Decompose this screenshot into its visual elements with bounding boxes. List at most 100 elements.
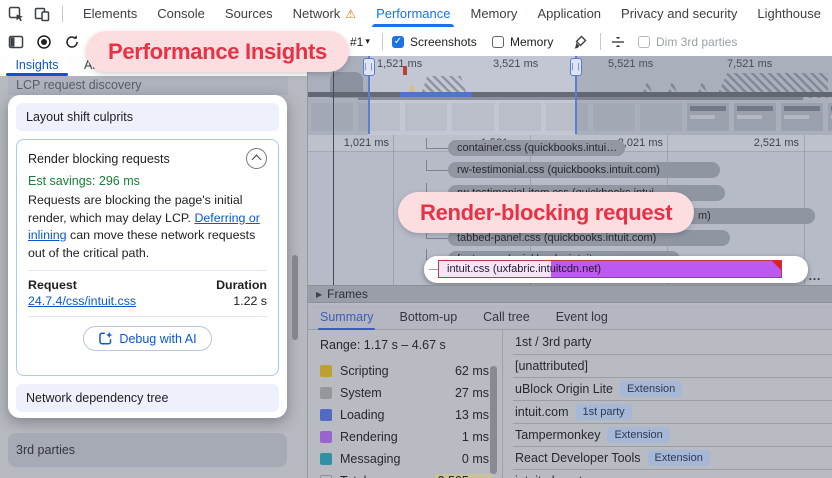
devtools-tab[interactable]: Application bbox=[527, 0, 611, 27]
frames-track-header[interactable]: ▶ Frames bbox=[308, 285, 832, 303]
party-name: uBlock Origin Lite bbox=[515, 382, 613, 396]
sidebar-item-3rd-parties[interactable]: 3rd parties bbox=[8, 433, 287, 467]
more-rows-indicator[interactable]: … bbox=[808, 268, 822, 283]
collapse-tracks-icon[interactable] bbox=[610, 27, 626, 56]
legend-value: 62 ms bbox=[454, 364, 489, 378]
legend-row: System 27 ms bbox=[320, 382, 492, 404]
network-request-label: tabbed-panel.css (quickbooks.intuit.com) bbox=[452, 231, 662, 245]
devtools-tab[interactable]: Network ⚠ bbox=[283, 0, 366, 27]
sidebar-item-layout-shift-culprits[interactable]: Layout shift culprits bbox=[16, 103, 279, 131]
devtools-tab-label: Performance bbox=[376, 6, 451, 21]
party-name: intuitcdn.net bbox=[515, 474, 582, 478]
devtools-tab[interactable]: Privacy and security bbox=[611, 0, 747, 27]
render-blocking-spotlight: intuit.css (uxfabric.intuitcdn.net) bbox=[424, 256, 808, 283]
request-duration-value: 1.22 s bbox=[233, 294, 267, 308]
dim-3rd-parties-checkbox[interactable]: Dim 3rd parties bbox=[638, 27, 737, 56]
device-toolbar-icon[interactable] bbox=[34, 6, 50, 22]
sidebar-item-network-dependency-tree[interactable]: Network dependency tree bbox=[16, 384, 279, 412]
legend-row: Messaging 0 ms bbox=[320, 448, 492, 470]
network-request-label: rw-testimonial.css (quickbooks.intuit.co… bbox=[452, 163, 665, 177]
devtools-tab[interactable]: Elements bbox=[73, 0, 147, 27]
toolbar-divider bbox=[382, 33, 383, 50]
devtools-tab[interactable]: Lighthouse bbox=[747, 0, 831, 27]
legend-row: Total 2,505 ms bbox=[320, 470, 492, 478]
legend-label: Loading bbox=[340, 408, 385, 422]
details-tab-label: Call tree bbox=[483, 310, 530, 324]
legend-value: 1 ms bbox=[461, 430, 489, 444]
party-row[interactable]: intuitcdn.net bbox=[513, 469, 832, 478]
legend-swatch bbox=[320, 365, 332, 377]
summary-panel: Range: 1.17 s – 4.67 s Scripting 62 ms S… bbox=[308, 330, 832, 478]
devtools-tab[interactable]: Console bbox=[147, 0, 215, 27]
insights-sidebar: Insights Ann LCP request discovery Layou… bbox=[0, 56, 308, 478]
legend-label: Scripting bbox=[340, 364, 389, 378]
devtools-tab[interactable]: Memory bbox=[460, 0, 527, 27]
devtools-tab[interactable]: Performance bbox=[366, 0, 460, 27]
window-handle-right[interactable]: | | bbox=[570, 58, 582, 76]
devtools-tabbar: Elements Console Sources Network ⚠ Perfo… bbox=[0, 0, 832, 28]
network-request-row[interactable]: container.css (quickbooks.intui… bbox=[308, 138, 832, 159]
party-row[interactable]: uBlock Origin Lite Extension bbox=[513, 377, 832, 400]
devtools-tab-label: Application bbox=[537, 6, 602, 21]
details-tab-label: Bottom-up bbox=[399, 310, 458, 324]
ai-sparkle-icon bbox=[99, 331, 113, 345]
debug-with-ai-label: Debug with AI bbox=[119, 331, 197, 346]
summary-scrollbar[interactable] bbox=[490, 366, 497, 474]
details-tab[interactable]: Call tree bbox=[483, 310, 530, 324]
sidebar-item-lcp-request-discovery[interactable]: LCP request discovery bbox=[8, 76, 288, 95]
filmstrip-frame[interactable] bbox=[404, 102, 448, 132]
toolbar-divider-2 bbox=[600, 33, 601, 50]
screenshots-checkbox[interactable]: ✓ Screenshots bbox=[392, 27, 477, 56]
network-warning-icon: ⚠ bbox=[345, 6, 357, 21]
devtools-tab-label: Sources bbox=[224, 6, 273, 21]
window-handle-left[interactable]: | | bbox=[363, 58, 375, 76]
details-tab[interactable]: Summary bbox=[317, 310, 376, 330]
checkbox-checked-icon: ✓ bbox=[392, 35, 404, 48]
toggle-sidebar-icon[interactable] bbox=[8, 27, 25, 56]
filmstrip-frame[interactable] bbox=[451, 102, 495, 132]
highlighted-request-label: intuit.css (uxfabric.intuitcdn.net) bbox=[447, 263, 602, 275]
devtools-window: Elements Console Sources Network ⚠ Perfo… bbox=[0, 0, 832, 478]
party-row[interactable]: intuit.com 1st party bbox=[513, 400, 832, 423]
legend-value: 2,505 ms bbox=[434, 474, 492, 478]
devtools-tab-label: Console bbox=[157, 6, 205, 21]
request-url-link[interactable]: 24.7.4/css/intuit.css bbox=[28, 294, 136, 308]
party-row[interactable]: Tampermonkey Extension bbox=[513, 423, 832, 446]
highlighted-request-bar[interactable]: intuit.css (uxfabric.intuitcdn.net) bbox=[438, 260, 782, 278]
legend-swatch bbox=[320, 453, 332, 465]
legend-value: 0 ms bbox=[461, 452, 489, 466]
sidebar-scrollbar[interactable] bbox=[292, 255, 298, 340]
est-savings-label: Est savings: 296 ms bbox=[28, 174, 140, 188]
network-request-row[interactable]: rw-testimonial.css (quickbooks.intuit.co… bbox=[308, 160, 832, 181]
legend-swatch bbox=[320, 387, 332, 399]
clear-brush-icon[interactable] bbox=[572, 27, 588, 56]
party-row[interactable]: [unattributed] bbox=[513, 354, 832, 377]
reload-record-icon[interactable] bbox=[64, 27, 80, 56]
legend-row: Loading 13 ms bbox=[320, 404, 492, 426]
collapse-insight-icon[interactable] bbox=[246, 148, 267, 169]
devtools-tab[interactable]: Sources bbox=[215, 0, 283, 27]
debug-with-ai-button[interactable]: Debug with AI bbox=[83, 326, 212, 351]
render-blocking-requests-card: Render blocking requests Est savings: 29… bbox=[16, 139, 279, 376]
memory-checkbox[interactable]: Memory bbox=[492, 27, 553, 56]
inspect-element-icon[interactable] bbox=[8, 6, 24, 22]
network-request-label: m) bbox=[698, 210, 711, 222]
filmstrip-frame[interactable] bbox=[498, 102, 542, 132]
party-badge: Extension bbox=[647, 450, 710, 466]
details-tab[interactable]: Event log bbox=[556, 310, 608, 324]
expand-frames-icon[interactable]: ▶ bbox=[316, 290, 322, 299]
details-tab[interactable]: Bottom-up bbox=[399, 310, 457, 324]
tabbar-icons bbox=[0, 0, 73, 27]
summary-divider bbox=[502, 330, 503, 478]
recording-selector[interactable]: #1 ▾ bbox=[350, 27, 370, 56]
render-blocking-title: Render blocking requests bbox=[28, 151, 170, 166]
party-row[interactable]: React Developer Tools Extension bbox=[513, 446, 832, 469]
party-name: React Developer Tools bbox=[515, 451, 641, 465]
record-button[interactable] bbox=[36, 27, 52, 56]
summary-legend: Scripting 62 ms System 27 ms Loading 13 … bbox=[320, 360, 492, 478]
divider bbox=[28, 270, 267, 271]
party-name: Tampermonkey bbox=[515, 428, 601, 442]
duration-column-header: Duration bbox=[216, 278, 267, 292]
devtools-tab-label: Network bbox=[292, 6, 341, 21]
timeline-overview[interactable]: 1,521 ms 3,521 ms 5,521 ms 7,521 ms | | | | bbox=[308, 56, 832, 135]
